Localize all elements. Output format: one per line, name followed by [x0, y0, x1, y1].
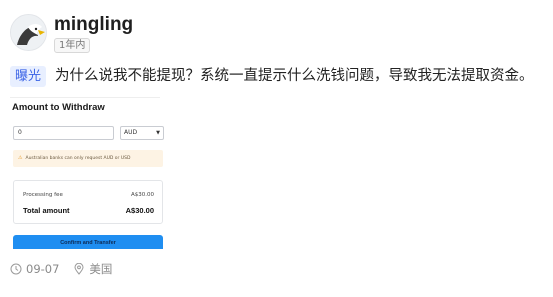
clock-icon	[10, 263, 22, 275]
post-location: 美国	[89, 262, 113, 276]
total-amount-row: Total amount A$30.00	[23, 206, 154, 215]
amount-input[interactable]: 0	[13, 126, 114, 140]
location-pin-icon	[74, 263, 84, 275]
currency-value: AUD	[124, 129, 138, 136]
fee-summary: Processing fee A$30.00 Total amount A$30…	[13, 180, 163, 224]
withdraw-title: Amount to Withdraw	[12, 102, 105, 113]
processing-fee-label: Processing fee	[23, 192, 63, 198]
exposure-tag[interactable]: 曝光	[10, 66, 47, 87]
eagle-avatar-icon	[11, 15, 46, 50]
total-amount-label: Total amount	[23, 206, 70, 215]
currency-select[interactable]: AUD ▼	[120, 126, 164, 140]
warning-icon: ⚠	[18, 155, 23, 161]
total-amount-value: A$30.00	[125, 206, 154, 215]
post-text: 为什么说我不能提现？系统一直提示什么洗钱问题，导致我无法提取资金。	[55, 68, 534, 84]
post-date: 09-07	[26, 262, 60, 276]
warning-text: Australian banks can only request AUD or…	[25, 156, 131, 161]
confirm-transfer-button[interactable]: Confirm and Transfer	[13, 235, 163, 249]
avatar[interactable]	[10, 14, 47, 51]
time-badge: 1年内	[54, 38, 91, 53]
processing-fee-value: A$30.00	[130, 192, 154, 198]
attached-screenshot[interactable]: Amount to Withdraw 0 AUD ▼ ⚠ Australian b…	[10, 97, 164, 250]
post-card: mingling 1年内 曝光 为什么说我不能提现？系统一直提示什么洗钱问题，导…	[0, 0, 553, 297]
post-meta: 09-07 美国	[10, 262, 112, 276]
processing-fee-row: Processing fee A$30.00	[23, 192, 154, 198]
username[interactable]: mingling	[54, 14, 133, 36]
chevron-down-icon: ▼	[156, 130, 160, 136]
warning-notice: ⚠ Australian banks can only request AUD o…	[13, 150, 163, 167]
